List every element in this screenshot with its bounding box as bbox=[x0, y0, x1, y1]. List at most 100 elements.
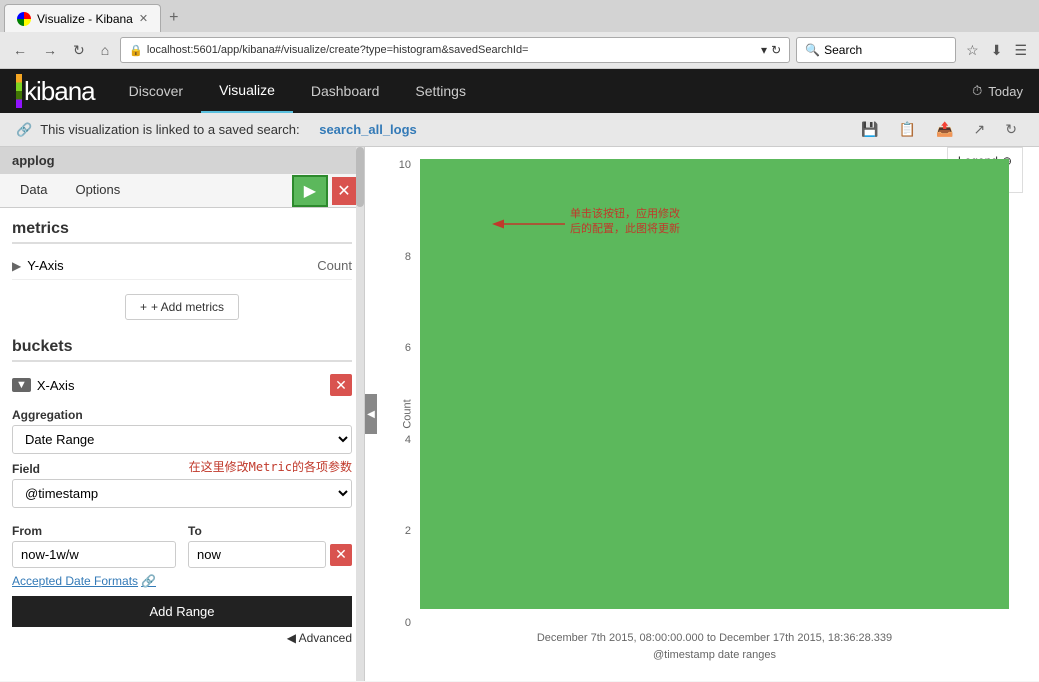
field-label: Field bbox=[12, 462, 40, 476]
clock-icon: ⏱ bbox=[972, 83, 982, 99]
nav-links: Discover Visualize Dashboard Settings bbox=[111, 69, 484, 113]
refresh-button[interactable]: ↻ bbox=[68, 40, 90, 61]
saved-search-link[interactable]: search_all_logs bbox=[319, 122, 417, 137]
logo-rainbow-icon bbox=[16, 74, 22, 108]
search-icon: 🔍 bbox=[805, 43, 820, 57]
y-label-10: 10 bbox=[399, 159, 411, 171]
aggregation-select[interactable]: Date Range bbox=[12, 425, 352, 454]
y-axis-label: Y-Axis bbox=[27, 258, 63, 273]
plus-icon: + bbox=[140, 300, 147, 314]
run-btn-annotation: 单击该按钮，应用修改 后的配置，此图将更新 bbox=[570, 207, 680, 238]
link-icon-small: 🔗 bbox=[141, 574, 156, 588]
kibana-logo: kibana bbox=[0, 74, 111, 108]
tab-bar: Visualize - Kibana ✕ + bbox=[0, 0, 1039, 32]
back-button[interactable]: ← bbox=[8, 40, 32, 60]
accepted-formats-row: Accepted Date Formats 🔗 bbox=[12, 574, 352, 588]
to-with-btn: ✕ bbox=[188, 541, 352, 568]
left-panel: applog Data Options ▶ ✕ metrics ▶ Y-Axis… bbox=[0, 147, 365, 681]
url-dropdown-icon[interactable]: ▾ bbox=[761, 43, 767, 57]
accepted-date-formats-link[interactable]: Accepted Date Formats 🔗 bbox=[12, 574, 352, 588]
y-axis-count: Count bbox=[317, 258, 352, 273]
panel-tabs: Data Options ▶ ✕ bbox=[0, 174, 364, 208]
tab-options[interactable]: Options bbox=[63, 174, 132, 207]
nav-right: ⏱ Today bbox=[972, 83, 1039, 99]
toolbar-icons: ☆ ⬇ ☰ bbox=[962, 40, 1031, 61]
kibana-navbar: kibana Discover Visualize Dashboard Sett… bbox=[0, 69, 1039, 113]
metric-yaxis-item: ▶ Y-Axis Count bbox=[12, 252, 352, 280]
url-bar[interactable]: 🔒 localhost:5601/app/kibana#/visualize/c… bbox=[120, 37, 790, 63]
chart-body bbox=[420, 159, 1009, 609]
remove-bucket-button[interactable]: ✕ bbox=[330, 374, 352, 396]
y-label-8: 8 bbox=[405, 251, 411, 263]
scroll-thumb[interactable] bbox=[356, 147, 364, 207]
metric-expand-icon[interactable]: ▶ bbox=[12, 259, 21, 273]
field-annotation: 在这里修改Metric的各项参数 bbox=[189, 458, 352, 475]
menu-button[interactable]: ☰ bbox=[1010, 40, 1031, 61]
notif-refresh-button[interactable]: ↻ bbox=[999, 119, 1023, 140]
download-button[interactable]: ⬇ bbox=[987, 40, 1007, 61]
notification-text: This visualization is linked to a saved … bbox=[40, 122, 299, 137]
browser-tab[interactable]: Visualize - Kibana ✕ bbox=[4, 4, 161, 32]
add-metrics-button[interactable]: + + Add metrics bbox=[125, 294, 239, 320]
to-input[interactable] bbox=[188, 541, 326, 568]
nav-visualize[interactable]: Visualize bbox=[201, 69, 293, 113]
from-to-row: From To ✕ bbox=[12, 516, 352, 568]
notif-copy-button[interactable]: 📋 bbox=[893, 119, 922, 140]
logo-text: kibana bbox=[24, 76, 95, 107]
browser-chrome: Visualize - Kibana ✕ + ← → ↻ ⌂ 🔒 localho… bbox=[0, 0, 1039, 69]
from-input[interactable] bbox=[12, 541, 176, 568]
nav-today-label: Today bbox=[988, 84, 1023, 99]
nav-discover[interactable]: Discover bbox=[111, 69, 201, 113]
bucket-header: ▼ X-Axis ✕ bbox=[12, 370, 352, 400]
x-axis-label: X-Axis bbox=[37, 378, 75, 393]
count-axis-label: Count bbox=[402, 399, 414, 428]
forward-button[interactable]: → bbox=[38, 40, 62, 60]
notification-actions: 💾 📋 📤 ↗ ↻ bbox=[855, 119, 1023, 140]
nav-dashboard[interactable]: Dashboard bbox=[293, 69, 398, 113]
advanced-link[interactable]: ◀ Advanced bbox=[12, 627, 352, 649]
cancel-button[interactable]: ✕ bbox=[332, 177, 356, 205]
to-item: To ✕ bbox=[188, 516, 352, 568]
browser-search-bar[interactable]: 🔍 Search bbox=[796, 37, 956, 63]
scroll-bar[interactable] bbox=[356, 147, 364, 681]
remove-range-button[interactable]: ✕ bbox=[330, 544, 352, 566]
main-content: applog Data Options ▶ ✕ metrics ▶ Y-Axis… bbox=[0, 147, 1039, 681]
chart-bar bbox=[420, 159, 1009, 609]
metric-label: ▶ Y-Axis bbox=[12, 258, 64, 273]
tab-close-button[interactable]: ✕ bbox=[139, 12, 148, 25]
notification-bar: 🔗 This visualization is linked to a save… bbox=[0, 113, 1039, 147]
to-label: To bbox=[188, 524, 352, 538]
url-refresh-icon[interactable]: ↻ bbox=[771, 43, 781, 57]
url-text: localhost:5601/app/kibana#/visualize/cre… bbox=[147, 44, 757, 56]
bucket-expand-icon[interactable]: ▼ bbox=[12, 378, 31, 392]
notif-share-button[interactable]: 📤 bbox=[930, 119, 959, 140]
x-axis-bucket: ▼ X-Axis ✕ Aggregation Date Range Field … bbox=[12, 370, 352, 649]
y-axis: 10 8 6 4 2 0 bbox=[385, 159, 415, 629]
notif-save-button[interactable]: 💾 bbox=[855, 119, 884, 140]
run-button[interactable]: ▶ bbox=[292, 175, 328, 207]
y-label-0: 0 bbox=[405, 617, 411, 629]
field-row: Field 在这里修改Metric的各项参数 bbox=[12, 454, 352, 479]
y-label-2: 2 bbox=[405, 525, 411, 537]
collapse-panel-button[interactable]: ◀ bbox=[365, 394, 377, 434]
bookmark-button[interactable]: ☆ bbox=[962, 40, 983, 61]
search-placeholder: Search bbox=[824, 43, 862, 57]
add-range-button[interactable]: Add Range bbox=[12, 596, 352, 627]
field-select[interactable]: @timestamp bbox=[12, 479, 352, 508]
tab-data[interactable]: Data bbox=[8, 174, 59, 207]
nav-settings[interactable]: Settings bbox=[397, 69, 484, 113]
x-axis-label: December 7th 2015, 08:00:00.000 to Decem… bbox=[420, 632, 1009, 644]
metrics-section-title: metrics bbox=[12, 220, 352, 244]
y-label-6: 6 bbox=[405, 342, 411, 354]
panel-content: metrics ▶ Y-Axis Count + + Add metrics b… bbox=[0, 208, 364, 681]
tab-title: Visualize - Kibana bbox=[37, 12, 133, 26]
x-axis-subtitle: @timestamp date ranges bbox=[420, 649, 1009, 661]
chart-area: 10 8 6 4 2 0 Count December 7th 2015, 08… bbox=[385, 159, 1019, 669]
url-lock-icon: 🔒 bbox=[129, 44, 143, 57]
notif-open-button[interactable]: ↗ bbox=[968, 119, 992, 140]
add-metrics-row: + + Add metrics bbox=[12, 286, 352, 328]
home-button[interactable]: ⌂ bbox=[96, 40, 114, 60]
add-metrics-label: + Add metrics bbox=[151, 300, 224, 314]
new-tab-button[interactable]: + bbox=[161, 9, 186, 27]
panel-section-label: applog bbox=[0, 147, 364, 174]
